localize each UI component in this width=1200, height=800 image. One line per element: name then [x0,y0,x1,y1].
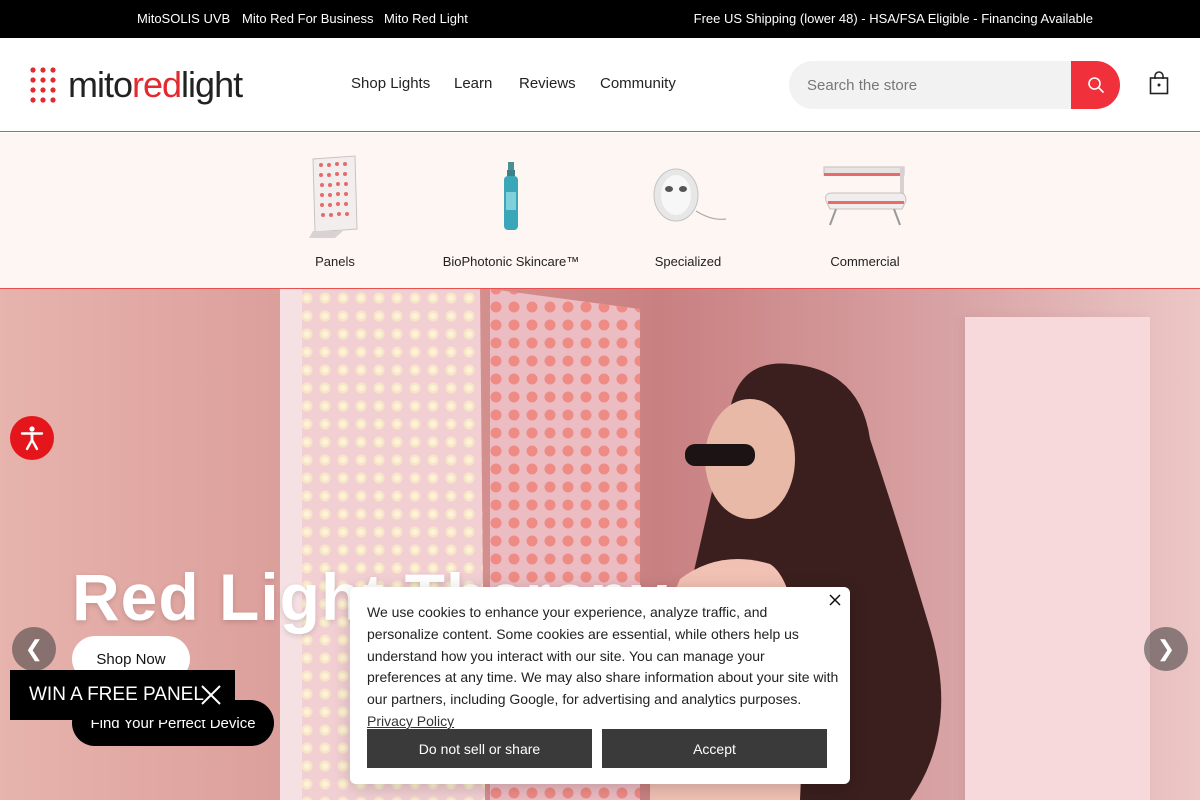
category-label: BioPhotonic Skincare™ [442,254,580,269]
nav-community[interactable]: Community [600,75,676,92]
nav-learn[interactable]: Learn [454,75,492,92]
panel-product-image [309,155,358,238]
topbar-link-mitosolis[interactable]: MitoSOLIS UVB [137,11,230,26]
skincare-product-image [504,162,518,230]
cookie-message: We use cookies to enhance your experienc… [367,602,839,733]
category-strip: Panels BioPhotonic Skincare™ Specialized [0,133,1200,289]
category-specialized[interactable]: Specialized [613,151,763,269]
accessibility-icon [20,426,44,451]
accept-cookies-button[interactable]: Accept [602,729,827,768]
commercial-bed-image [823,166,907,226]
nav-reviews[interactable]: Reviews [519,75,576,92]
do-not-sell-button[interactable]: Do not sell or share [367,729,592,768]
cart-icon[interactable] [1149,71,1169,95]
nav-shop-lights[interactable]: Shop Lights [351,75,430,92]
chevron-right-icon: ❯ [1156,636,1176,661]
search-bar [789,61,1120,109]
win-free-panel-label: WIN A FREE PANEL [29,684,204,705]
carousel-prev-button[interactable]: ❮ [12,627,56,671]
logo-wordmark: mitoredlight [68,64,243,105]
search-icon [1087,77,1104,93]
category-commercial[interactable]: Commercial [790,151,940,269]
logo-dots-icon [30,67,56,103]
cookie-text: We use cookies to enhance your experienc… [367,604,839,708]
carousel-next-button[interactable]: ❯ [1144,627,1188,671]
close-icon[interactable] [200,684,222,706]
topbar-link-mito-red-light[interactable]: Mito Red Light [384,11,468,26]
win-free-panel-button[interactable]: WIN A FREE PANEL [10,670,235,720]
mask-product-image [653,168,726,222]
site-header: mitoredlight Shop Lights Learn Reviews C… [0,38,1200,132]
category-biophotonic-skincare[interactable]: BioPhotonic Skincare™ [436,151,586,269]
chevron-left-icon: ❮ [24,636,44,661]
category-label: Specialized [654,254,722,269]
topbar-link-business[interactable]: Mito Red For Business [242,11,374,26]
category-label: Commercial [830,254,900,269]
shipping-promo: Free US Shipping (lower 48) - HSA/FSA El… [693,11,1093,26]
cookie-consent-dialog: We use cookies to enhance your experienc… [350,587,850,784]
accessibility-button[interactable] [10,416,54,460]
logo[interactable]: mitoredlight [30,64,243,105]
category-label: Panels [315,254,355,269]
category-panels[interactable]: Panels [260,151,410,269]
announcement-bar: MitoSOLIS UVB Mito Red For Business Mito… [0,0,1200,38]
privacy-policy-link[interactable]: Privacy Policy [367,713,454,729]
search-button[interactable] [1071,61,1120,109]
search-input[interactable] [789,61,1071,109]
